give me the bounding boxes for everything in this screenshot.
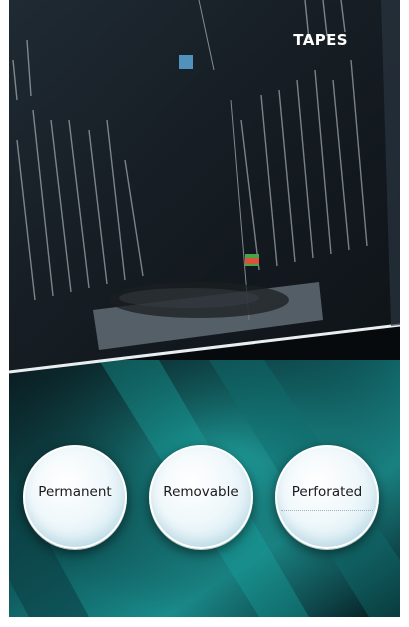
tape-option-label: Removable bbox=[163, 484, 239, 500]
tape-option-perforated[interactable]: Perforated bbox=[275, 445, 379, 549]
tape-option-removable[interactable]: Removable bbox=[149, 445, 253, 549]
tape-option-label: Permanent bbox=[38, 484, 112, 500]
tape-option-label: Perforated bbox=[291, 484, 363, 500]
tapes-panel: TAPES Permanent Removable Perforated bbox=[9, 0, 400, 617]
section-title: TAPES bbox=[293, 31, 348, 49]
tape-option-permanent[interactable]: Permanent bbox=[23, 445, 127, 549]
perforation-line bbox=[281, 510, 373, 511]
